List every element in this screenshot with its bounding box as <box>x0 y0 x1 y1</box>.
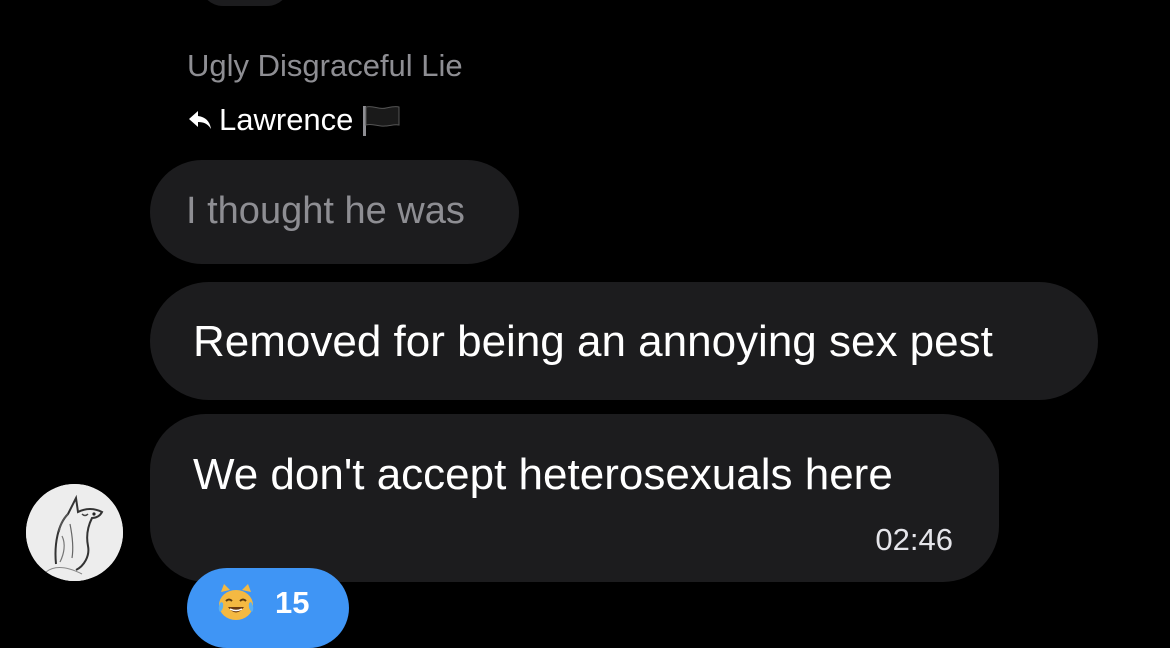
sender-name[interactable]: Ugly Disgraceful Lie <box>187 48 463 84</box>
quoted-message[interactable]: I thought he was <box>150 160 519 264</box>
message-text: Removed for being an annoying sex pest <box>193 317 993 366</box>
black-flag-icon <box>361 103 401 137</box>
message-text: We don't accept heterosexuals here <box>193 450 893 499</box>
reaction-pill[interactable]: 15 <box>187 568 349 648</box>
message-bubble[interactable]: Removed for being an annoying sex pest <box>150 282 1098 400</box>
message-bubble[interactable]: We don't accept heterosexuals here 02:46 <box>150 414 999 582</box>
reply-reference[interactable]: Lawrence <box>187 100 401 140</box>
previous-message-bubble <box>200 0 290 6</box>
crying-laughing-cat-icon <box>215 582 257 624</box>
message-timestamp: 02:46 <box>875 522 953 557</box>
reaction-count: 15 <box>275 585 310 620</box>
reply-to-name: Lawrence <box>219 102 354 137</box>
unicorn-sketch-avatar <box>26 484 123 581</box>
sender-avatar[interactable] <box>26 484 123 581</box>
quoted-message-text: I thought he was <box>186 190 465 232</box>
reply-arrow-icon <box>187 107 213 133</box>
